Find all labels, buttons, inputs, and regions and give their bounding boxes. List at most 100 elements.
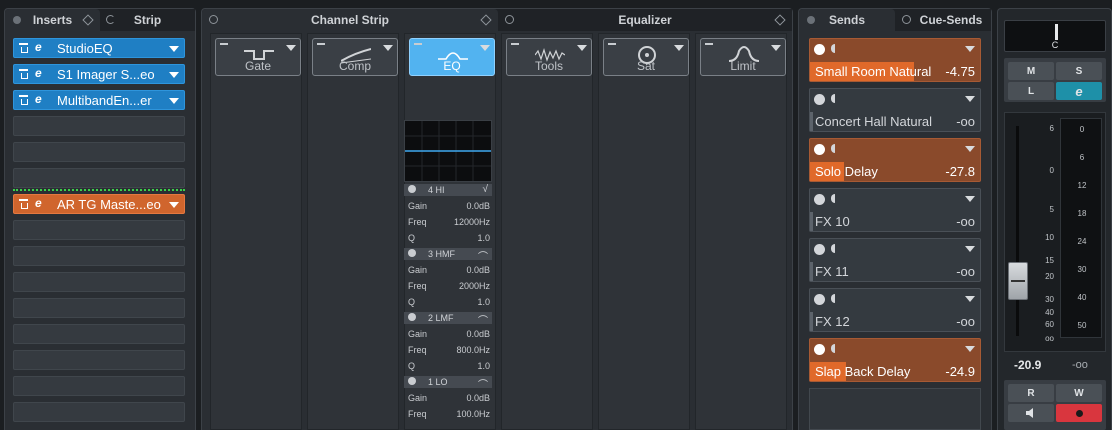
param-value[interactable]: 0.0dB bbox=[466, 201, 490, 211]
eq-band-header[interactable]: 4 HI √ bbox=[404, 184, 492, 196]
param-value[interactable]: 12000Hz bbox=[454, 217, 490, 227]
chevron-down-icon[interactable] bbox=[965, 346, 975, 352]
chevron-down-icon[interactable] bbox=[965, 196, 975, 202]
send-level-value[interactable]: -24.9 bbox=[945, 364, 975, 379]
insert-slot[interactable] bbox=[13, 402, 185, 422]
record-enable-button[interactable] bbox=[1056, 404, 1102, 422]
send-slot[interactable]: Small Room Natural -4.75 bbox=[809, 38, 981, 82]
insert-slot[interactable] bbox=[13, 168, 185, 188]
send-level-value[interactable]: -27.8 bbox=[945, 164, 975, 179]
param-value[interactable]: 0.0dB bbox=[466, 329, 490, 339]
chevron-down-icon[interactable] bbox=[965, 296, 975, 302]
band-power-icon[interactable] bbox=[408, 249, 416, 257]
eq-band-header[interactable]: 2 LMF ⌒ bbox=[404, 312, 492, 327]
module-gate[interactable]: Gate bbox=[215, 38, 301, 76]
tab-inserts[interactable]: Inserts bbox=[5, 9, 100, 31]
send-power-icon[interactable] bbox=[814, 194, 825, 205]
module-eq[interactable]: EQ bbox=[409, 38, 495, 76]
chevron-down-icon[interactable] bbox=[169, 98, 179, 104]
send-power-icon[interactable] bbox=[814, 144, 825, 155]
pre-post-icon[interactable] bbox=[831, 194, 839, 203]
listen-button[interactable]: L bbox=[1008, 82, 1054, 100]
send-slot[interactable]: Concert Hall Natural -oo bbox=[809, 88, 981, 132]
insert-slot[interactable]: e S1 Imager S...eo bbox=[13, 64, 185, 84]
param-value[interactable]: 100.0Hz bbox=[456, 409, 490, 419]
meter-peak-value[interactable]: -oo bbox=[1072, 359, 1088, 371]
insert-slot[interactable] bbox=[13, 142, 185, 162]
insert-slot[interactable]: e AR TG Maste...eo bbox=[13, 194, 185, 214]
edit-plugin-icon[interactable]: e bbox=[35, 66, 42, 80]
send-level-value[interactable]: -oo bbox=[956, 114, 975, 129]
pre-post-icon[interactable] bbox=[831, 244, 839, 253]
chevron-down-icon[interactable] bbox=[383, 45, 393, 51]
send-level-value[interactable]: -4.75 bbox=[945, 64, 975, 79]
write-automation-button[interactable]: W bbox=[1056, 384, 1102, 402]
edit-channel-button[interactable]: e bbox=[1056, 82, 1102, 100]
insert-slot[interactable]: e StudioEQ bbox=[13, 38, 185, 58]
tab-strip[interactable]: Strip bbox=[100, 9, 195, 31]
tab-sends[interactable]: Sends bbox=[799, 9, 895, 31]
send-level-bar[interactable] bbox=[810, 312, 813, 331]
solo-button[interactable]: S bbox=[1056, 62, 1102, 80]
module-sat[interactable]: Sat bbox=[603, 38, 689, 76]
module-bypass-icon[interactable] bbox=[608, 43, 616, 51]
tab-channel-strip[interactable]: Channel Strip bbox=[202, 9, 498, 31]
chevron-down-icon[interactable] bbox=[674, 45, 684, 51]
bypass-power-icon[interactable] bbox=[19, 199, 28, 209]
pre-post-icon[interactable] bbox=[831, 344, 839, 353]
eq-param-freq[interactable]: Freq 100.0Hz bbox=[404, 406, 492, 422]
param-value[interactable]: 1.0 bbox=[477, 233, 490, 243]
chevron-down-icon[interactable] bbox=[169, 202, 179, 208]
tab-equalizer[interactable]: Equalizer bbox=[498, 9, 792, 31]
pin-diamond-icon[interactable] bbox=[480, 14, 492, 26]
pan-control[interactable]: C bbox=[1004, 20, 1106, 52]
insert-slot[interactable] bbox=[13, 272, 185, 292]
send-level-value[interactable]: -oo bbox=[956, 264, 975, 279]
send-slot[interactable]: FX 10 -oo bbox=[809, 188, 981, 232]
insert-slot[interactable] bbox=[13, 376, 185, 396]
pre-post-icon[interactable] bbox=[831, 144, 839, 153]
band-shape-icon[interactable]: ⌒ bbox=[478, 376, 488, 391]
insert-slot[interactable] bbox=[13, 350, 185, 370]
band-shape-icon[interactable]: ⌒ bbox=[478, 248, 488, 263]
band-power-icon[interactable] bbox=[408, 185, 416, 193]
eq-curve-display[interactable] bbox=[404, 120, 492, 182]
insert-slot[interactable] bbox=[13, 116, 185, 136]
send-power-icon[interactable] bbox=[814, 294, 825, 305]
param-value[interactable]: 1.0 bbox=[477, 361, 490, 371]
send-power-icon[interactable] bbox=[814, 244, 825, 255]
mute-button[interactable]: M bbox=[1008, 62, 1054, 80]
band-power-icon[interactable] bbox=[408, 313, 416, 321]
tab-cue-sends[interactable]: Cue-Sends bbox=[895, 9, 991, 31]
param-value[interactable]: 1.0 bbox=[477, 297, 490, 307]
module-bypass-icon[interactable] bbox=[317, 43, 325, 51]
channel-strip-bypass-icon[interactable] bbox=[209, 15, 218, 24]
module-comp[interactable]: Comp bbox=[312, 38, 398, 76]
band-shape-icon[interactable]: ⌒ bbox=[478, 312, 488, 327]
edit-plugin-icon[interactable]: e bbox=[35, 196, 42, 210]
edit-plugin-icon[interactable]: e bbox=[35, 40, 42, 54]
read-automation-button[interactable]: R bbox=[1008, 384, 1054, 402]
send-level-bar[interactable] bbox=[810, 212, 813, 231]
bypass-power-icon[interactable] bbox=[19, 95, 28, 105]
eq-param-freq[interactable]: Freq 12000Hz bbox=[404, 214, 492, 230]
send-level-bar[interactable] bbox=[810, 112, 813, 131]
eq-band-header[interactable]: 1 LO ⌒ bbox=[404, 376, 492, 391]
insert-slot[interactable] bbox=[13, 246, 185, 266]
band-shape-icon[interactable]: √ bbox=[483, 184, 489, 195]
eq-param-freq[interactable]: Freq 800.0Hz bbox=[404, 342, 492, 358]
param-value[interactable]: 0.0dB bbox=[466, 393, 490, 403]
fader-value[interactable]: -20.9 bbox=[1014, 358, 1041, 372]
chevron-down-icon[interactable] bbox=[771, 45, 781, 51]
param-value[interactable]: 800.0Hz bbox=[456, 345, 490, 355]
send-slot[interactable]: Slap Back Delay -24.9 bbox=[809, 338, 981, 382]
insert-slot[interactable] bbox=[13, 220, 185, 240]
pin-diamond-icon[interactable] bbox=[774, 14, 786, 26]
chevron-down-icon[interactable] bbox=[965, 96, 975, 102]
module-tools[interactable]: Tools bbox=[506, 38, 592, 76]
send-level-value[interactable]: -oo bbox=[956, 314, 975, 329]
pre-post-icon[interactable] bbox=[831, 294, 839, 303]
eq-param-gain[interactable]: Gain 0.0dB bbox=[404, 262, 492, 278]
chevron-down-icon[interactable] bbox=[577, 45, 587, 51]
equalizer-bypass-icon[interactable] bbox=[505, 15, 514, 24]
